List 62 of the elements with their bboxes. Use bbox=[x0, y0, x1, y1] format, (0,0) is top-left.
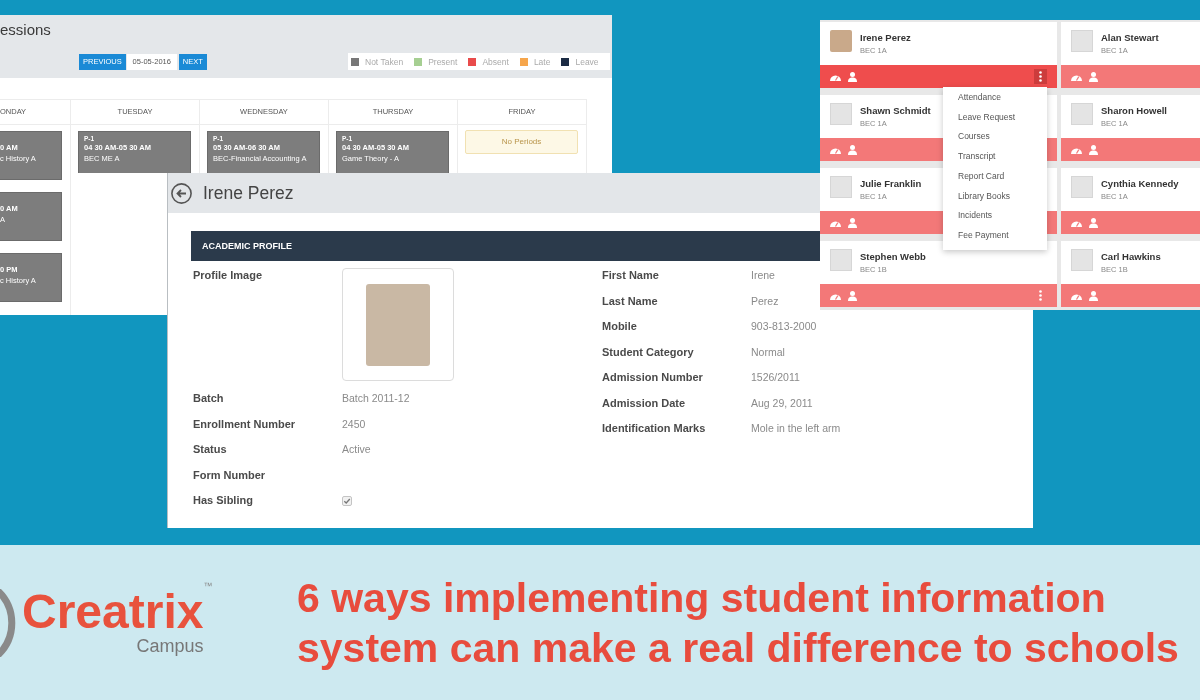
field-label: Enrollment Number bbox=[193, 416, 296, 432]
menu-item[interactable]: Leave Request bbox=[943, 107, 1016, 128]
student-name: Alan Stewart bbox=[1101, 32, 1159, 44]
student-name: Stephen Webb bbox=[860, 251, 926, 263]
panel-title: essions bbox=[0, 21, 51, 39]
legend-label: Present bbox=[428, 56, 458, 67]
field-label: Status bbox=[193, 442, 227, 457]
menu-item[interactable]: Courses bbox=[943, 127, 990, 148]
profile-title: Irene Perez bbox=[203, 182, 294, 204]
person-icon[interactable] bbox=[1089, 71, 1098, 82]
field-label: Profile Image bbox=[193, 268, 263, 283]
vertical-dots-icon bbox=[1039, 71, 1042, 82]
field-label: Last Name bbox=[602, 293, 658, 309]
menu-button[interactable] bbox=[1034, 69, 1047, 84]
field-label: Student Category bbox=[602, 344, 694, 360]
field-value: 2450 bbox=[342, 416, 366, 432]
person-icon[interactable] bbox=[1089, 217, 1098, 228]
field-value: Irene bbox=[751, 268, 775, 283]
trademark-symbol: ™ bbox=[203, 581, 213, 591]
field-label: First Name bbox=[602, 268, 659, 283]
field-label: Form Number bbox=[193, 467, 266, 483]
vertical-dots-icon bbox=[1039, 290, 1042, 301]
student-name: Shawn Schmidt bbox=[860, 105, 931, 117]
legend-label: Absent bbox=[482, 56, 509, 67]
logo-wordmark: Creatrix bbox=[22, 589, 204, 634]
field-value: Mole in the left arm bbox=[751, 421, 841, 436]
field-value: Normal bbox=[751, 344, 785, 360]
field-label: Admission Number bbox=[602, 370, 703, 385]
person-icon[interactable] bbox=[848, 144, 857, 155]
field-value: 903-813-2000 bbox=[751, 319, 817, 334]
student-name: Carl Hawkins bbox=[1101, 251, 1161, 263]
field-label: Admission Date bbox=[602, 395, 686, 411]
person-icon[interactable] bbox=[848, 71, 857, 82]
student-name: Irene Perez bbox=[860, 32, 911, 44]
checkbox[interactable] bbox=[342, 496, 352, 506]
logo-ring-icon bbox=[0, 588, 18, 657]
legend-label: Leave bbox=[575, 56, 599, 67]
student-name: Cynthia Kennedy bbox=[1101, 178, 1179, 190]
field-value: Aug 29, 2011 bbox=[751, 395, 813, 411]
legend-label: Late bbox=[533, 56, 551, 67]
menu-item[interactable]: Library Books bbox=[943, 186, 1010, 207]
student-name: Sharon Howell bbox=[1101, 105, 1167, 117]
field-value: Perez bbox=[751, 293, 779, 309]
field-value: 1526/2011 bbox=[751, 370, 800, 385]
legend-label: Not Taken bbox=[365, 56, 404, 67]
menu-item[interactable]: Report Card bbox=[943, 166, 1005, 187]
empty-notice: No Periods bbox=[465, 130, 578, 154]
person-icon[interactable] bbox=[1089, 144, 1098, 155]
field-label: Has Sibling bbox=[193, 493, 253, 508]
field-value: Batch 2011-12 bbox=[342, 391, 410, 406]
back-icon[interactable] bbox=[171, 182, 192, 204]
headline: 6 ways implementing student information system can make a real difference to schools bbox=[297, 573, 1180, 673]
person-icon[interactable] bbox=[848, 217, 857, 228]
field-value: Active bbox=[342, 442, 371, 457]
logo-tagline: Campus bbox=[136, 635, 204, 656]
field-label: Mobile bbox=[602, 319, 637, 334]
person-icon[interactable] bbox=[848, 290, 857, 301]
field-label: Identification Marks bbox=[602, 421, 706, 436]
student-name: Julie Franklin bbox=[860, 178, 922, 190]
field-label: Batch bbox=[193, 391, 224, 406]
person-icon[interactable] bbox=[1089, 290, 1098, 301]
menu-item[interactable]: Incidents bbox=[943, 206, 993, 226]
